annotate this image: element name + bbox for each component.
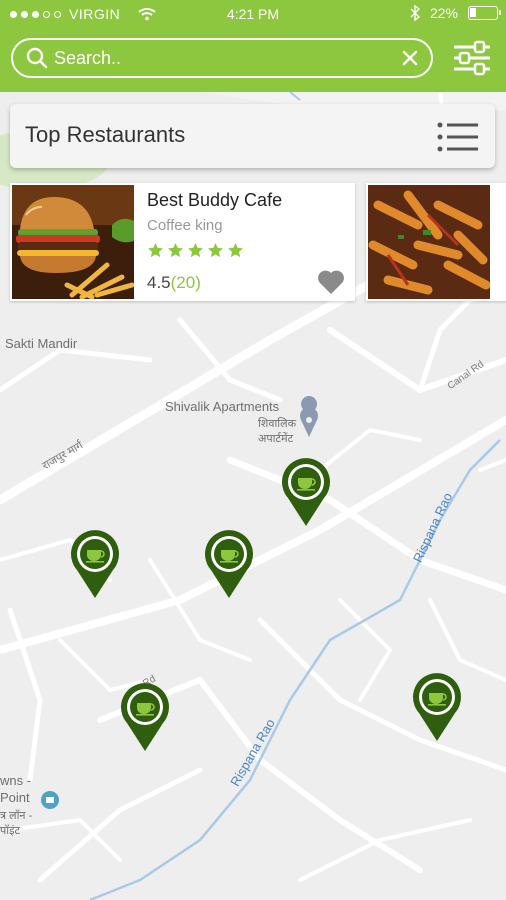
star-icon <box>228 243 243 258</box>
star-icon <box>208 243 223 258</box>
close-icon[interactable] <box>399 47 421 69</box>
search-bar[interactable] <box>11 38 433 78</box>
restaurant-pin-coffee-icon[interactable] <box>69 530 121 600</box>
status-bar: VIRGIN 4:21 PM 22% <box>0 0 506 28</box>
heart-icon[interactable] <box>317 269 345 295</box>
battery-level <box>470 8 476 17</box>
restaurant-subtitle: Coffee king <box>147 217 223 234</box>
star-icon <box>168 243 183 258</box>
battery-icon <box>468 6 501 20</box>
burger-image <box>12 185 134 299</box>
top-restaurants-header: Top Restaurants <box>10 104 495 168</box>
restaurant-pin-coffee-icon[interactable] <box>280 458 332 528</box>
map-label: अपार्टमेंट <box>258 433 294 445</box>
bluetooth-icon <box>410 5 420 21</box>
search-input[interactable] <box>54 47 399 69</box>
list-icon[interactable] <box>437 120 479 154</box>
search-icon <box>26 47 48 69</box>
map-label: शिवालिक <box>258 418 297 430</box>
section-title: Top Restaurants <box>25 122 186 147</box>
battery-percent: 22% <box>429 5 458 21</box>
app-header: VIRGIN 4:21 PM 22% <box>0 0 506 92</box>
restaurant-pin-coffee-icon[interactable] <box>411 673 463 743</box>
map-label: Shivalik Apartments <box>165 399 280 414</box>
restaurant-pin-coffee-icon[interactable] <box>203 530 255 600</box>
map-label: wns - <box>0 773 32 788</box>
map-label: Sakti Mandir <box>5 336 78 351</box>
map-label: पॉइंट <box>0 825 21 837</box>
star-icon <box>148 243 163 258</box>
star-rating <box>147 242 244 259</box>
map-label: Point <box>0 790 30 805</box>
review-count: (20) <box>170 273 201 292</box>
sliders-icon[interactable] <box>451 38 493 78</box>
restaurant-pin-coffee-icon[interactable] <box>119 683 171 753</box>
map-label: त्र लॉन - <box>0 810 33 822</box>
pasta-image <box>368 185 490 299</box>
restaurant-card[interactable] <box>366 183 506 301</box>
rating-number: 4.5 <box>147 273 171 292</box>
rating-value: 4.5(20) <box>147 273 201 293</box>
star-icon <box>188 243 203 258</box>
restaurant-name: Best Buddy Cafe <box>147 190 283 210</box>
restaurant-card[interactable]: Best Buddy Cafe Coffee king 4.5(20) <box>10 183 355 301</box>
